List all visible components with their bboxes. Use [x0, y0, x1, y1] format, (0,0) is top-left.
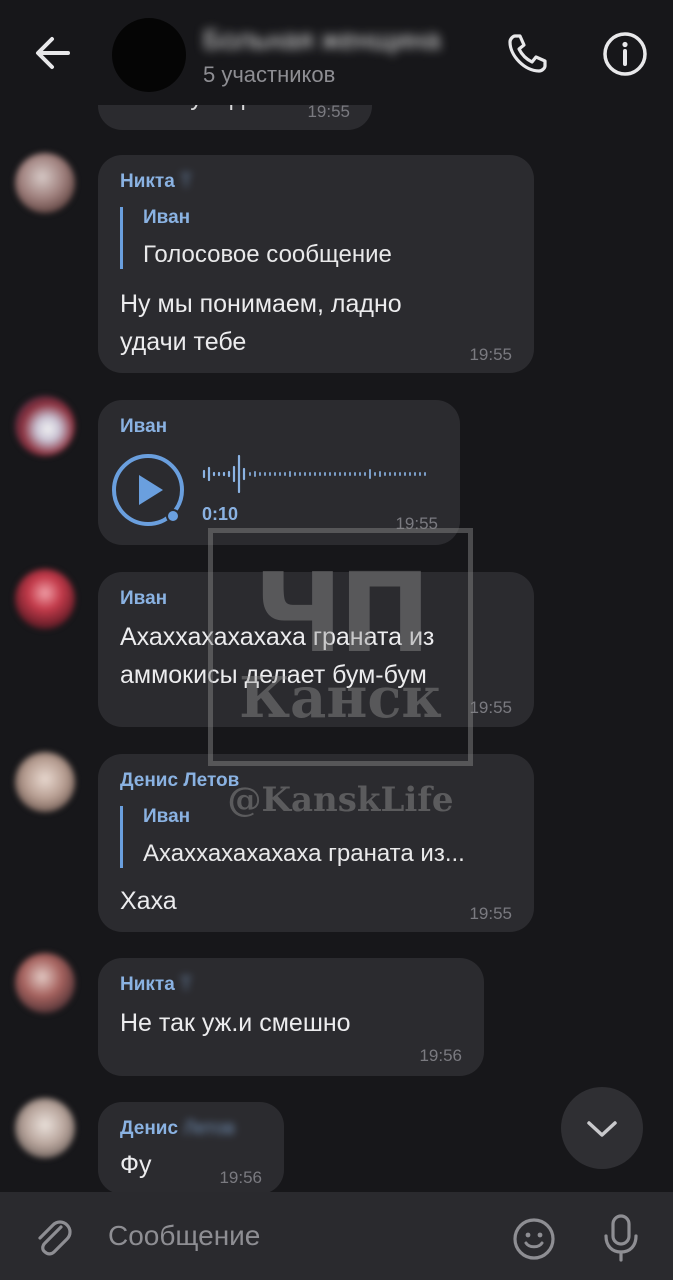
chat-title[interactable]: Больная женщина	[203, 24, 483, 55]
message-list[interactable]: А не увидел 19:55 Никта Т Иван Голосовое…	[0, 0, 673, 1192]
avatar[interactable]	[15, 396, 75, 456]
scroll-down-button[interactable]	[561, 1087, 643, 1169]
voice-message-bubble[interactable]: Иван 0:10 19:55	[98, 400, 460, 545]
sender-name[interactable]: Никта Т	[120, 171, 192, 193]
phone-icon[interactable]	[505, 30, 551, 76]
reply-text: Голосовое сообщение	[143, 241, 392, 268]
message-text: Фу	[120, 1151, 152, 1179]
reply-sender-name: Иван	[143, 207, 191, 228]
message-bubble[interactable]: Никта Т Не так уж.и смешно 19:56	[98, 958, 484, 1076]
sender-name[interactable]: Иван	[120, 416, 167, 438]
reply-quote[interactable]: Иван Ахаххахахахаха граната из...	[120, 806, 465, 868]
message-time: 19:55	[307, 102, 350, 121]
reply-text: Ахаххахахахаха граната из...	[143, 840, 465, 867]
avatar[interactable]	[15, 953, 75, 1013]
chevron-down-icon	[587, 1121, 617, 1137]
sender-name[interactable]: Никта Т	[120, 974, 192, 996]
sender-name[interactable]: Денис Летов	[120, 770, 239, 792]
avatar[interactable]	[15, 153, 75, 213]
smiley-icon[interactable]	[511, 1216, 557, 1262]
voice-waveform[interactable]	[200, 454, 430, 494]
message-input[interactable]	[108, 1214, 488, 1258]
message-time: 19:55	[469, 345, 512, 364]
reply-quote[interactable]: Иван Голосовое сообщение	[120, 207, 392, 269]
sender-name[interactable]: Иван	[120, 588, 167, 610]
message-bubble[interactable]: Денис Летов Иван Ахаххахахахаха граната …	[98, 754, 534, 932]
message-time: 19:56	[219, 1168, 262, 1187]
paperclip-icon[interactable]	[30, 1214, 76, 1260]
info-icon[interactable]	[601, 30, 649, 78]
avatar[interactable]	[15, 569, 75, 629]
message-time: 19:56	[419, 1046, 462, 1065]
message-time: 19:55	[469, 904, 512, 923]
message-text: Ну мы понимаем, ладно удачи тебе	[120, 290, 402, 356]
reply-sender-name: Иван	[143, 806, 191, 827]
play-icon[interactable]	[110, 452, 186, 528]
message-time: 19:55	[469, 698, 512, 717]
message-bubble[interactable]: Денис Летов Фу 19:56	[98, 1102, 284, 1192]
message-composer	[0, 1192, 673, 1280]
microphone-icon[interactable]	[598, 1212, 644, 1264]
back-arrow-icon[interactable]	[30, 30, 76, 76]
voice-duration: 0:10	[202, 504, 239, 524]
message-text: Ахаххахахахаха граната из аммокисы делае…	[120, 623, 435, 689]
members-count[interactable]: 5 участников	[203, 62, 335, 88]
chat-header: Больная женщина 5 участников	[0, 0, 673, 105]
message-text: Хаха	[120, 887, 177, 915]
avatar[interactable]	[15, 1098, 75, 1158]
message-bubble[interactable]: Никта Т Иван Голосовое сообщение Ну мы п…	[98, 155, 534, 373]
avatar[interactable]	[15, 752, 75, 812]
message-text: Не так уж.и смешно	[120, 1009, 351, 1037]
chat-avatar[interactable]	[112, 18, 186, 92]
sender-name[interactable]: Денис Летов	[120, 1118, 235, 1140]
message-time: 19:55	[395, 514, 438, 533]
message-bubble[interactable]: Иван Ахаххахахахаха граната из аммокисы …	[98, 572, 534, 727]
